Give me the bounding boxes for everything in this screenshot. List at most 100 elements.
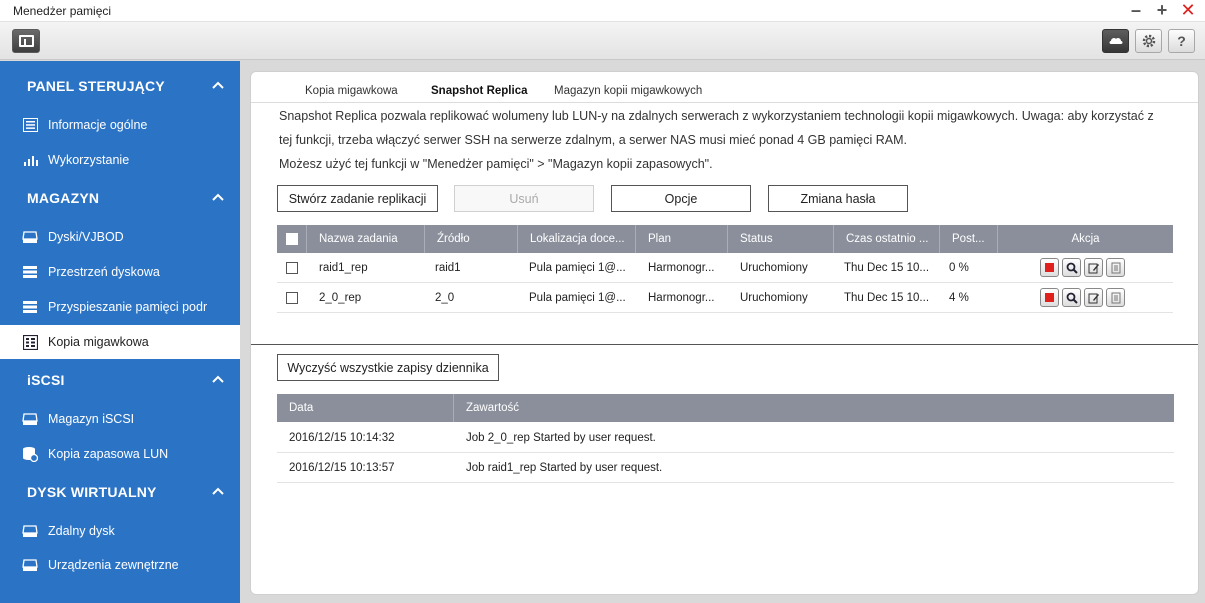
edit-button[interactable] (1084, 288, 1103, 307)
section-iscsi[interactable]: iSCSI (0, 363, 240, 397)
column-header[interactable]: Status (728, 225, 834, 253)
help-button[interactable]: ? (1168, 29, 1195, 53)
sidebar-item-label: Kopia zapasowa LUN (48, 447, 169, 461)
close-icon[interactable]: ✕ (1179, 1, 1197, 19)
sidebar-item-label: Informacje ogólne (48, 118, 148, 132)
main-panel: Kopia migawkowa Snapshot Replica Magazyn… (250, 71, 1199, 595)
settings-button[interactable] (1135, 29, 1162, 53)
table-row[interactable]: 2_0_rep 2_0 Pula pamięci 1@... Harmonogr… (277, 283, 1173, 313)
change-password-button[interactable]: Zmiana hasła (768, 185, 908, 212)
sidebar-item-label: Wykorzystanie (48, 153, 130, 167)
view-button[interactable] (1062, 288, 1081, 307)
toggle-sidebar-button[interactable] (12, 29, 40, 53)
select-all-checkbox[interactable] (286, 233, 298, 245)
sidebar-item-kopia-zapasowa-lun[interactable]: Kopia zapasowa LUN (0, 437, 240, 471)
column-header: Akcja (1071, 233, 1100, 245)
chart-icon (22, 152, 38, 168)
document-icon (1111, 292, 1120, 303)
sidebar-item-label: Przestrzeń dyskowa (48, 265, 160, 279)
column-header[interactable]: Nazwa zadania (307, 225, 425, 253)
job-location: Pula pamięci 1@... (529, 262, 626, 274)
edit-icon (1088, 263, 1099, 273)
info-list-icon (22, 117, 38, 133)
row-checkbox[interactable] (286, 262, 298, 274)
view-button[interactable] (1062, 258, 1081, 277)
section-magazyn[interactable]: MAGAZYN (0, 181, 240, 215)
job-plan: Harmonogr... (648, 262, 715, 274)
sidebar-item-magazyn-iscsi[interactable]: Magazyn iSCSI (0, 402, 240, 436)
snapshot-icon (22, 334, 38, 350)
column-header[interactable]: Post... (940, 225, 998, 253)
cloud-button[interactable] (1102, 29, 1129, 53)
external-device-icon (22, 557, 38, 573)
tab-kopia-migawkowa[interactable]: Kopia migawkowa (305, 85, 398, 97)
clear-log-button[interactable]: Wyczyść wszystkie zapisy dziennika (277, 354, 499, 381)
edit-button[interactable] (1084, 258, 1103, 277)
job-last-time: Thu Dec 15 10... (844, 292, 930, 304)
job-progress: 4 % (949, 292, 969, 304)
iscsi-storage-icon (22, 411, 38, 427)
jobs-table-header: Nazwa zadania Źródło Lokalizacja doce...… (277, 225, 1173, 253)
job-name: 2_0_rep (319, 292, 362, 304)
sidebar-item-przestrzen-dyskowa[interactable]: Przestrzeń dyskowa (0, 255, 240, 289)
job-status: Uruchomiony (740, 292, 808, 304)
job-plan: Harmonogr... (648, 292, 715, 304)
gear-icon (1142, 34, 1155, 48)
job-source: raid1 (435, 262, 461, 274)
toolbar-right: ? (1102, 29, 1195, 53)
sidebar-item-label: Zdalny dysk (48, 524, 115, 538)
description-line-1: Snapshot Replica pozwala replikować wolu… (279, 109, 1154, 123)
sidebar-item-przyspieszanie[interactable]: Przyspieszanie pamięci podr (0, 290, 240, 324)
column-header[interactable]: Data (277, 394, 454, 422)
log-row: 2016/12/15 10:14:32 Job 2_0_rep Started … (277, 423, 1174, 453)
chevron-up-icon (212, 81, 224, 89)
log-row: 2016/12/15 10:13:57 Job raid1_rep Starte… (277, 453, 1174, 483)
section-label: iSCSI (27, 372, 65, 388)
options-button[interactable]: Opcje (611, 185, 751, 212)
description-line-3: Możesz użyć tej funkcji w "Menedżer pami… (279, 157, 713, 171)
column-header[interactable]: Czas ostatnio ... (834, 225, 940, 253)
section-divider (251, 344, 1198, 345)
sidebar-item-dyski-vjbod[interactable]: Dyski/VJBOD (0, 220, 240, 254)
stop-button[interactable] (1040, 288, 1059, 307)
cache-icon (22, 299, 38, 315)
section-dysk-wirtualny[interactable]: DYSK WIRTUALNY (0, 475, 240, 509)
row-checkbox[interactable] (286, 292, 298, 304)
sidebar-item-label: Dyski/VJBOD (48, 230, 124, 244)
edit-icon (1088, 293, 1099, 303)
select-all-column (277, 225, 307, 253)
maximize-icon[interactable]: + (1153, 1, 1171, 19)
job-status: Uruchomiony (740, 262, 808, 274)
table-row[interactable]: raid1_rep raid1 Pula pamięci 1@... Harmo… (277, 253, 1173, 283)
section-panel-sterujacy[interactable]: PANEL STERUJĄCY (0, 69, 240, 103)
log-content: Job 2_0_rep Started by user request. (466, 432, 656, 444)
sidebar-item-wykorzystanie[interactable]: Wykorzystanie (0, 143, 240, 177)
tab-magazyn-kopii-migawkowych[interactable]: Magazyn kopii migawkowych (554, 85, 702, 97)
sidebar-item-urzadzenia-zewnetrzne[interactable]: Urządzenia zewnętrzne (0, 548, 240, 582)
column-header[interactable]: Plan (636, 225, 728, 253)
column-header[interactable]: Lokalizacja doce... (518, 225, 636, 253)
sidebar-item-informacje-ogolne[interactable]: Informacje ogólne (0, 108, 240, 142)
column-header[interactable]: Zawartość (454, 394, 1174, 422)
sidebar-item-zdalny-dysk[interactable]: Zdalny dysk (0, 514, 240, 548)
sidebar-item-kopia-migawkowa[interactable]: Kopia migawkowa (0, 325, 240, 359)
section-label: MAGAZYN (27, 190, 100, 206)
create-replication-job-button[interactable]: Stwórz zadanie replikacji (277, 185, 438, 212)
storage-pool-icon (22, 264, 38, 280)
sidebar: PANEL STERUJĄCY Informacje ogólne Wykorz… (0, 61, 240, 603)
log-date: 2016/12/15 10:14:32 (289, 432, 395, 444)
job-location: Pula pamięci 1@... (529, 292, 626, 304)
log-date: 2016/12/15 10:13:57 (289, 462, 395, 474)
log-button[interactable] (1106, 258, 1125, 277)
tab-snapshot-replica[interactable]: Snapshot Replica (431, 85, 528, 97)
description-line-2: tej funkcji, trzeba włączyć serwer SSH n… (279, 133, 907, 147)
stop-button[interactable] (1040, 258, 1059, 277)
minimize-icon[interactable]: – (1127, 1, 1145, 19)
sidebar-item-label: Kopia migawkowa (48, 335, 149, 349)
section-label: PANEL STERUJĄCY (27, 78, 165, 94)
window-controls: – + ✕ (1127, 1, 1197, 19)
log-button[interactable] (1106, 288, 1125, 307)
delete-button[interactable]: Usuń (454, 185, 594, 212)
column-header[interactable]: Źródło (425, 225, 518, 253)
remote-disk-icon (22, 523, 38, 539)
